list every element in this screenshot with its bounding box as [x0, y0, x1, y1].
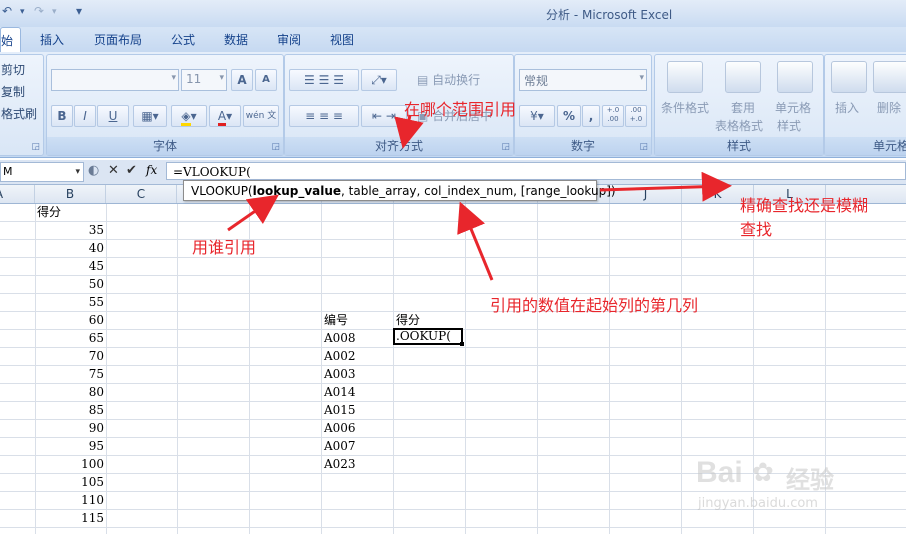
watermark-brand: Bai: [696, 456, 743, 489]
annotation-exact-line1: 精确查找还是模糊: [740, 196, 869, 215]
arrow-exact: [599, 171, 732, 202]
annotation-range: 在哪个范围引用: [404, 100, 517, 119]
baidu-watermark: Bai ✿ 经验 jingyan.baidu.com: [696, 456, 876, 516]
annotation-who: 用谁引用: [192, 238, 257, 257]
paw-icon: ✿: [752, 458, 774, 488]
annotation-column: 引用的数值在起始列的第几列: [490, 296, 699, 315]
watermark-brand-2: 经验: [786, 466, 834, 494]
arrow-column: [457, 201, 494, 281]
watermark-url: jingyan.baidu.com: [698, 496, 818, 511]
arrow-who: [227, 194, 279, 232]
annotation-arrows: [227, 114, 732, 281]
annotation-exact-line2: 查找: [740, 220, 773, 239]
